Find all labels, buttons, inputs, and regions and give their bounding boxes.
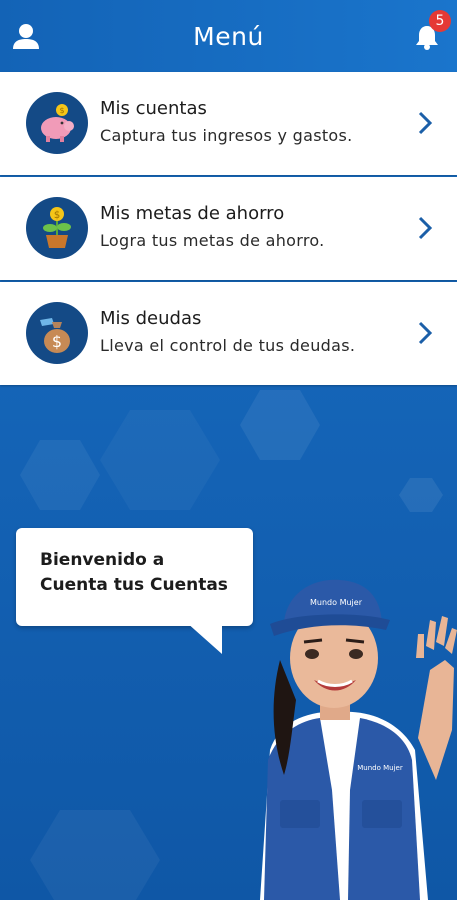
bubble-tail: [186, 622, 222, 654]
menu-item-title: Mis cuentas: [100, 98, 207, 119]
chevron-right-icon: [418, 216, 433, 240]
menu-item-mis-deudas[interactable]: $ Mis deudas Lleva el control de tus deu…: [0, 282, 457, 385]
page-title: Menú: [193, 21, 264, 51]
welcome-line-1: Bienvenido a: [40, 550, 165, 570]
vest-logo-text: Mundo Mujer: [357, 764, 403, 772]
welcome-text: Bienvenido a Cuenta tus Cuentas: [40, 548, 250, 598]
chevron-right-icon: [418, 321, 433, 345]
svg-text:$: $: [54, 210, 60, 221]
menu-item-title: Mis metas de ahorro: [100, 203, 285, 224]
svg-text:$: $: [59, 106, 64, 115]
menu-item-mis-metas[interactable]: $ Mis metas de ahorro Logra tus metas de…: [0, 177, 457, 280]
cap-logo-text: Mundo Mujer: [310, 598, 363, 607]
notification-badge: 5: [429, 10, 451, 32]
welcome-line-2: Cuenta tus Cuentas: [40, 575, 228, 595]
money-bag-icon: $: [26, 302, 88, 364]
menu-item-mis-cuentas[interactable]: $ Mis cuentas Captura tus ingresos y gas…: [0, 72, 457, 175]
plant-coin-icon: $: [26, 197, 88, 259]
user-button[interactable]: [12, 22, 40, 50]
chevron-right-icon: [418, 111, 433, 135]
menu-item-title: Mis deudas: [100, 308, 202, 329]
user-icon: [13, 24, 39, 49]
menu-item-subtitle: Captura tus ingresos y gastos.: [100, 126, 353, 145]
menu-item-subtitle: Lleva el control de tus deudas.: [100, 336, 356, 355]
svg-text:$: $: [52, 332, 62, 351]
piggy-bank-icon: $: [26, 92, 88, 154]
top-bar: Menú 5: [0, 0, 457, 72]
mascot-illustration: Mundo Mujer Mundo Mujer: [260, 579, 457, 900]
welcome-bubble: Bienvenido a Cuenta tus Cuentas: [16, 528, 253, 626]
menu-item-subtitle: Logra tus metas de ahorro.: [100, 231, 325, 250]
